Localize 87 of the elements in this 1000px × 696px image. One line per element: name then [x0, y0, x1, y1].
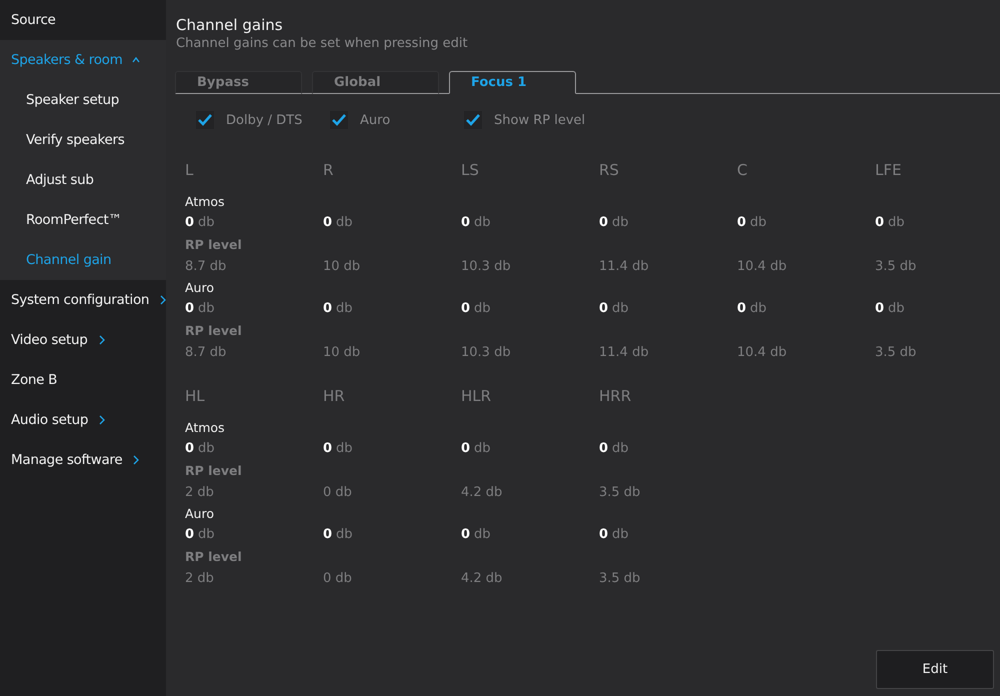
- section-label: Auro: [185, 280, 214, 294]
- sidebar-item[interactable]: Source: [0, 0, 166, 40]
- chevron-right-icon: [159, 295, 168, 305]
- rp-level-label: RP level: [185, 236, 242, 252]
- gain-value: 0 db: [185, 214, 215, 230]
- channel-header: HL: [185, 387, 206, 407]
- rp-level-value: 10 db: [323, 258, 360, 274]
- rp-level-label: RP level: [185, 322, 242, 338]
- rp-level-value: 3.5 db: [875, 344, 916, 360]
- channel-header: HRR: [599, 387, 632, 407]
- chevron-right-icon: [132, 455, 140, 465]
- gain-value: 0 db: [323, 300, 353, 316]
- rp-level-value: 10.4 db: [737, 344, 787, 360]
- rp-level-value: 2 db: [185, 570, 214, 586]
- gain-value: 0 db: [599, 214, 629, 230]
- tab[interactable]: Global: [312, 71, 439, 94]
- tab[interactable]: Focus 1: [449, 71, 576, 94]
- rp-level-value: 3.5 db: [599, 484, 640, 500]
- gain-value: 0 db: [875, 214, 905, 230]
- gain-value: 0 db: [323, 526, 353, 542]
- channel-header: LFE: [875, 161, 902, 181]
- gain-value: 0 db: [323, 214, 353, 230]
- channel-header: R: [323, 161, 334, 181]
- rp-level-label: RP level: [185, 548, 242, 564]
- rp-level-value: 10.4 db: [737, 258, 787, 274]
- gain-value: 0 db: [599, 300, 629, 316]
- rp-level-value: 11.4 db: [599, 258, 649, 274]
- rp-level-label: RP level: [185, 462, 242, 478]
- gain-value: 0 db: [599, 440, 629, 456]
- rp-level-value: 0 db: [323, 570, 352, 586]
- sidebar-item[interactable]: Audio setup: [0, 400, 166, 440]
- rp-level-value: 2 db: [185, 484, 214, 500]
- page-title: Channel gains: [175, 16, 284, 34]
- chevron-right-icon: [98, 335, 106, 345]
- chevron-right-icon: [98, 415, 106, 425]
- gain-value: 0 db: [185, 526, 215, 542]
- gain-value: 0 db: [185, 440, 215, 456]
- rp-level-value: 0 db: [323, 484, 352, 500]
- gain-value: 0 db: [323, 440, 353, 456]
- channel-header: LS: [461, 161, 480, 181]
- sidebar-subitem[interactable]: Speaker setup: [0, 80, 166, 120]
- sidebar-item[interactable]: Manage software: [0, 440, 166, 480]
- gain-value: 0 db: [461, 300, 491, 316]
- sidebar-item[interactable]: Video setup: [0, 320, 166, 360]
- sidebar-item[interactable]: Speakers & room: [0, 40, 166, 80]
- section-label: Atmos: [185, 420, 225, 434]
- rp-level-value: 4.2 db: [461, 484, 502, 500]
- checkbox-label: Dolby / DTS: [226, 112, 302, 128]
- sidebar-item[interactable]: System configuration: [0, 280, 166, 320]
- sidebar-subitem[interactable]: RoomPerfect™: [0, 200, 166, 240]
- checkbox[interactable]: [196, 111, 214, 129]
- chevron-up-icon: [132, 55, 140, 65]
- channel-header: HLR: [461, 387, 492, 407]
- rp-level-value: 3.5 db: [875, 258, 916, 274]
- rp-level-value: 10.3 db: [461, 344, 511, 360]
- tab[interactable]: Bypass: [175, 71, 302, 94]
- sidebar-subitem[interactable]: Verify speakers: [0, 120, 166, 160]
- gain-value: 0 db: [599, 526, 629, 542]
- channel-header: HR: [323, 387, 346, 407]
- gain-value: 0 db: [737, 214, 767, 230]
- sidebar-subitem[interactable]: Adjust sub: [0, 160, 166, 200]
- gain-value: 0 db: [461, 214, 491, 230]
- gain-value: 0 db: [185, 300, 215, 316]
- section-label: Atmos: [185, 194, 225, 208]
- section-label: Auro: [185, 506, 214, 520]
- rp-level-value: 4.2 db: [461, 570, 502, 586]
- rp-level-value: 3.5 db: [599, 570, 640, 586]
- page-subtitle: Channel gains can be set when pressing edit: [175, 36, 469, 51]
- checkbox-label: Auro: [360, 112, 390, 128]
- sidebar-item[interactable]: Zone B: [0, 360, 166, 400]
- sidebar-subitem[interactable]: Channel gain: [0, 240, 166, 280]
- channel-header: RS: [599, 161, 620, 181]
- channel-header: C: [737, 161, 748, 181]
- edit-button[interactable]: Edit: [876, 650, 994, 689]
- channel-header: L: [185, 161, 194, 181]
- rp-level-value: 10.3 db: [461, 258, 511, 274]
- gain-value: 0 db: [461, 526, 491, 542]
- rp-level-value: 8.7 db: [185, 258, 226, 274]
- checkbox[interactable]: [464, 111, 482, 129]
- rp-level-value: 10 db: [323, 344, 360, 360]
- gain-value: 0 db: [737, 300, 767, 316]
- gain-value: 0 db: [875, 300, 905, 316]
- checkbox[interactable]: [330, 111, 348, 129]
- rp-level-value: 8.7 db: [185, 344, 226, 360]
- rp-level-value: 11.4 db: [599, 344, 649, 360]
- checkbox-label: Show RP level: [494, 112, 586, 128]
- gain-value: 0 db: [461, 440, 491, 456]
